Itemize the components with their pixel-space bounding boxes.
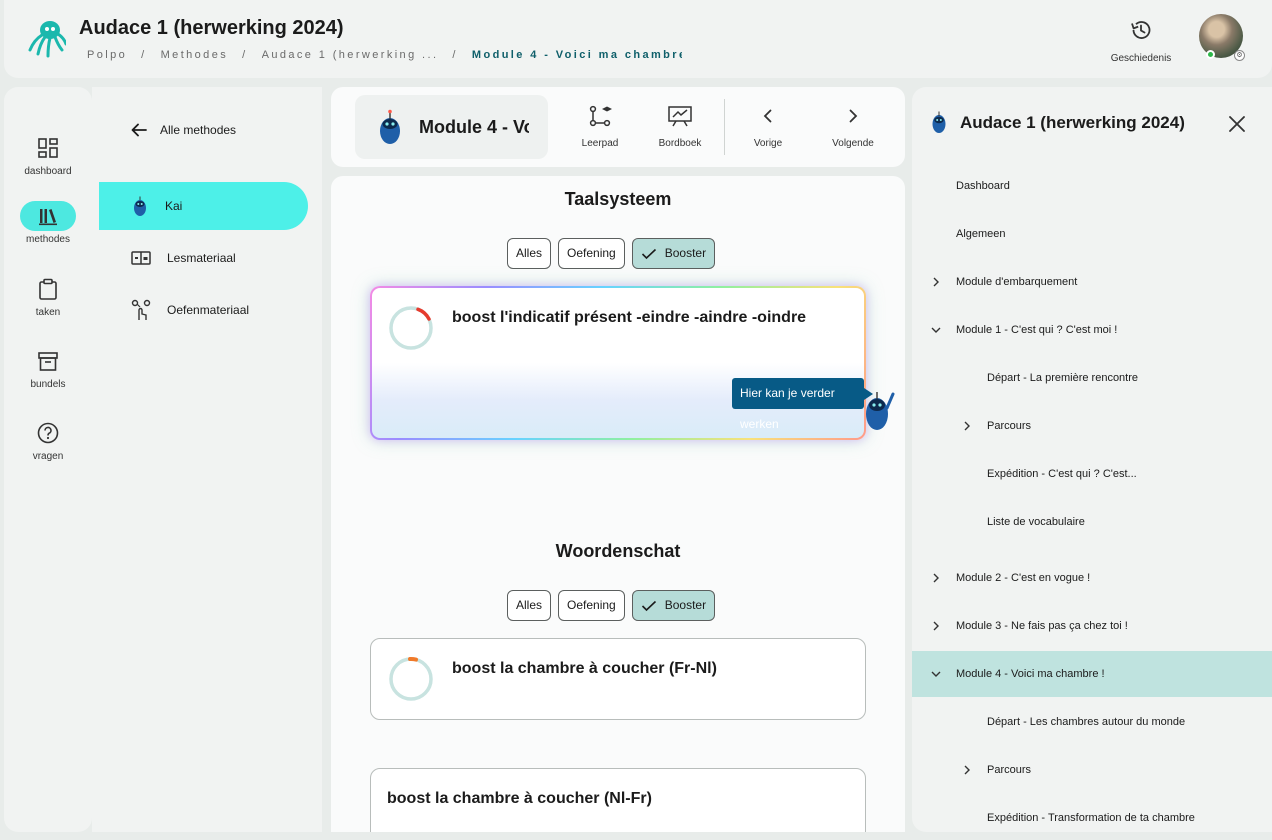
- settings-badge-icon[interactable]: ⚙: [1234, 50, 1245, 61]
- leerpad-button[interactable]: Leerpad: [560, 105, 640, 149]
- app-header: Audace 1 (herwerking 2024) Polpo / Methode…: [4, 0, 1272, 78]
- tree-item[interactable]: Module 3 - Ne fais pas ça chez toi !: [912, 603, 1272, 649]
- nav-taken[interactable]: taken: [4, 274, 92, 318]
- nav-dashboard[interactable]: dashboard: [4, 133, 92, 177]
- help-icon: [37, 422, 59, 444]
- filter-oefening[interactable]: Oefening: [558, 238, 625, 269]
- clipboard-icon: [39, 278, 57, 300]
- filter-booster[interactable]: Booster: [631, 238, 716, 269]
- chevron-left-icon: [763, 109, 772, 123]
- tree-item[interactable]: Départ - La première rencontre: [912, 355, 1272, 401]
- nav-methodes[interactable]: methodes: [4, 201, 92, 245]
- continue-tooltip: Hier kan je verder werken: [732, 378, 873, 431]
- vorige-button[interactable]: Vorige: [728, 105, 808, 149]
- material-icon: [131, 251, 151, 265]
- learning-path-icon: [589, 105, 612, 127]
- chevron-right-icon[interactable]: [931, 573, 941, 583]
- practice-icon: [131, 299, 151, 320]
- chevron-right-icon[interactable]: [931, 621, 941, 631]
- module-chip[interactable]: Module 4 - Voici ma chambre !: [355, 95, 548, 159]
- section-title-woordenschat: Woordenschat: [555, 541, 681, 561]
- main-nav: dashboard methodes taken bundels vragen: [4, 87, 92, 832]
- card-title: boost l'indicatif présent -eindre -aindr…: [452, 309, 807, 326]
- chevron-right-icon[interactable]: [962, 421, 972, 431]
- chevron-down-icon[interactable]: [931, 325, 941, 335]
- check-icon: [641, 600, 656, 611]
- sidebar-item-oefenmateriaal[interactable]: Oefenmateriaal: [99, 286, 308, 334]
- module-toolbar: Module 4 - Voici ma chambre ! Leerpad Bo…: [331, 87, 905, 167]
- exercise-card[interactable]: boost la chambre à coucher (Nl-Fr): [370, 768, 866, 832]
- books-icon: [39, 209, 57, 226]
- tree-item[interactable]: Départ - Les chambres autour du monde: [912, 699, 1272, 745]
- breadcrumb-polpo[interactable]: Polpo: [87, 49, 127, 61]
- card-title: boost la chambre à coucher (Fr-Nl): [452, 660, 717, 677]
- chevron-down-icon[interactable]: [931, 669, 941, 679]
- history-icon: [1131, 21, 1151, 39]
- volgende-button[interactable]: Volgende: [813, 105, 893, 149]
- robot-mascot-icon: [380, 109, 400, 144]
- dashboard-icon: [38, 138, 58, 158]
- progress-ring-icon: [389, 306, 433, 350]
- nav-vragen[interactable]: vragen: [4, 418, 92, 462]
- method-sidebar: Alle methodes Kai Lesmateriaal Oefenmate…: [92, 87, 322, 832]
- toolbar-divider: [724, 99, 725, 155]
- panel-title: Audace 1 (herwerking 2024): [960, 113, 1185, 132]
- tree-item[interactable]: Parcours: [912, 747, 1272, 793]
- robot-icon: [932, 111, 946, 133]
- tree-item[interactable]: Module 2 - C'est en vogue !: [912, 555, 1272, 601]
- tree-item[interactable]: Dashboard: [912, 163, 1272, 209]
- robot-icon: [134, 196, 146, 216]
- exercise-card[interactable]: boost l'indicatif présent -eindre -aindr…: [370, 286, 873, 440]
- chevron-right-icon[interactable]: [931, 277, 941, 287]
- tree-item[interactable]: Module 1 - C'est qui ? C'est moi !: [912, 307, 1272, 353]
- tree-item[interactable]: Liste de vocabulaire: [912, 499, 1272, 545]
- sidebar-item-lesmateriaal[interactable]: Lesmateriaal: [99, 234, 308, 282]
- tree-item[interactable]: Expédition - Transformation de ta chambr…: [912, 795, 1272, 832]
- breadcrumb-methodes[interactable]: Methodes: [161, 49, 229, 61]
- breadcrumb-method[interactable]: Audace 1 (herwerking ...: [262, 49, 439, 61]
- breadcrumb: Polpo / Methodes / Audace 1 (herwerking ... /…: [87, 49, 682, 61]
- check-icon: [641, 248, 656, 259]
- close-icon[interactable]: [1226, 113, 1248, 135]
- filter-group-taalsysteem: Alles Oefening Booster: [507, 238, 716, 269]
- history-label: Geschiedenis: [1110, 53, 1172, 64]
- tree-item[interactable]: Algemeen: [912, 211, 1272, 257]
- card-title: boost la chambre à coucher (Nl-Fr): [387, 790, 652, 807]
- filter-booster[interactable]: Booster: [631, 590, 716, 621]
- tree-item[interactable]: Expédition - C'est qui ? C'est...: [912, 451, 1272, 497]
- exercise-card[interactable]: boost la chambre à coucher (Fr-Nl): [370, 638, 866, 720]
- exercise-content: Taalsysteem Alles Oefening Booster boost…: [331, 176, 905, 832]
- sidebar-item-kai[interactable]: Kai: [99, 182, 308, 230]
- robot-mascot-icon: [866, 392, 895, 430]
- bordboek-button[interactable]: Bordboek: [640, 105, 720, 149]
- breadcrumb-current: Module 4 - Voici ma chambre !: [471, 49, 682, 61]
- tree-item[interactable]: Module d'embarquement: [912, 259, 1272, 305]
- app-title: Audace 1 (herwerking 2024): [79, 17, 344, 39]
- back-to-methods-link[interactable]: Alle methodes: [130, 121, 236, 139]
- filter-alles[interactable]: Alles: [507, 238, 552, 269]
- section-title-taalsysteem: Taalsysteem: [564, 189, 672, 209]
- filter-oefening[interactable]: Oefening: [558, 590, 625, 621]
- nav-bundels[interactable]: bundels: [4, 346, 92, 390]
- arrow-left-icon: [131, 123, 147, 137]
- whiteboard-icon: [668, 106, 692, 127]
- progress-ring-icon: [389, 656, 433, 701]
- module-title: Module 4 - Voici ma chambre !: [419, 116, 529, 137]
- archive-icon: [38, 352, 58, 371]
- history-button[interactable]: Geschiedenis: [1101, 18, 1181, 64]
- course-tree-panel: Audace 1 (herwerking 2024) Dashboard Alg…: [912, 87, 1272, 832]
- tree-item-active[interactable]: Module 4 - Voici ma chambre !: [912, 651, 1272, 697]
- octopus-logo-icon[interactable]: [26, 18, 66, 58]
- filter-alles[interactable]: Alles: [507, 590, 552, 621]
- chevron-right-icon: [849, 109, 858, 123]
- filter-group-woordenschat: Alles Oefening Booster: [507, 590, 716, 621]
- chevron-right-icon[interactable]: [962, 765, 972, 775]
- tree-item[interactable]: Parcours: [912, 403, 1272, 449]
- online-status-dot: [1206, 50, 1215, 59]
